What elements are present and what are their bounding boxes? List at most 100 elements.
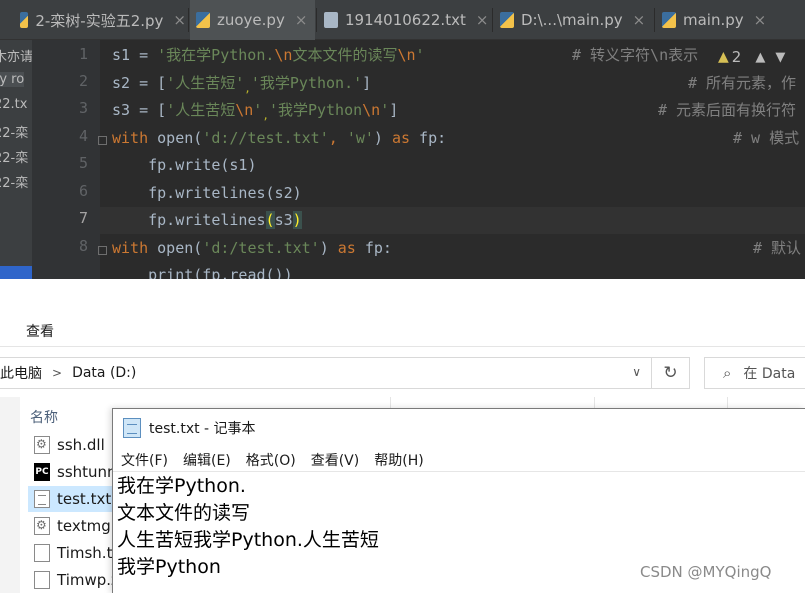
notepad-icon — [123, 418, 141, 438]
project-item[interactable]: 22-栾 — [0, 172, 28, 191]
warning-count: 2 — [731, 48, 742, 66]
status-strip — [0, 266, 32, 279]
menu-format[interactable]: 格式(O) — [246, 450, 296, 470]
tab-label: 1914010622.txt — [345, 11, 466, 29]
tab-label: main.py — [683, 11, 744, 29]
menu-help[interactable]: 帮助(H) — [374, 450, 423, 470]
file-row[interactable]: textmgr — [28, 513, 118, 539]
tab-label: D:\...\main.py — [521, 11, 623, 29]
chevron-up-icon[interactable]: ▲ — [755, 50, 765, 65]
warning-triangle-icon: ▲ — [718, 49, 729, 65]
python-file-icon — [500, 12, 514, 28]
search-placeholder: 在 Data — [743, 366, 796, 382]
line-number: 8 — [78, 237, 88, 255]
file-name: sshtunnel — [57, 463, 118, 481]
code-line-3: s3 = ['人生苦短\n','我学Python\n'] — [112, 101, 399, 122]
menu-edit[interactable]: 编辑(E) — [183, 450, 231, 470]
tab-txt-file[interactable]: 1914010622.txt × — [318, 0, 490, 40]
project-item[interactable]: 22.tx — [0, 97, 27, 112]
address-bar[interactable]: 此电脑 > Data (D:) ∨ — [0, 357, 652, 389]
project-item[interactable]: 木亦请 — [0, 46, 32, 65]
dll-file-icon — [34, 517, 50, 535]
tab-main[interactable]: main.py × — [656, 0, 805, 40]
notepad-menu-bar: 文件(F) 编辑(E) 格式(O) 查看(V) 帮助(H) — [113, 447, 805, 473]
close-icon[interactable]: × — [754, 11, 767, 29]
close-icon[interactable]: × — [173, 11, 186, 29]
line-number: 1 — [78, 45, 88, 63]
file-name: ssh.dll — [57, 436, 105, 454]
file-row-selected[interactable]: test.txt — [28, 486, 118, 512]
line-number: 2 — [78, 72, 88, 90]
file-row[interactable]: Timsh.txt — [28, 540, 118, 566]
line-number-current: 7 — [78, 209, 88, 227]
file-row[interactable]: Timwp.z — [28, 567, 118, 593]
breadcrumb-this-pc[interactable]: 此电脑 — [0, 363, 42, 383]
python-file-icon — [196, 12, 210, 28]
blank-file-icon — [34, 571, 50, 589]
chevron-down-icon[interactable]: ▼ — [775, 50, 785, 65]
file-row[interactable]: ssh.dll — [28, 432, 118, 458]
file-row[interactable]: PC sshtunnel — [28, 459, 118, 485]
tab-zuoye[interactable]: zuoye.py × — [190, 0, 315, 40]
code-line-2: s2 = ['人生苦短','我学Python.'] — [112, 74, 372, 95]
watermark: CSDN @MYQingQ — [640, 563, 772, 581]
line-number: 5 — [78, 154, 88, 172]
file-name: textmgr — [57, 517, 117, 535]
close-icon[interactable]: × — [295, 11, 308, 29]
comment: # w 模式 — [733, 129, 800, 147]
search-icon: ⌕ — [723, 364, 732, 382]
divider — [0, 346, 805, 347]
column-header-name[interactable]: 名称 — [30, 407, 58, 427]
comment: # 所有元素，作 — [688, 74, 797, 92]
pycharm-icon: PC — [34, 463, 50, 481]
search-input[interactable]: ⌕ 在 Data — [704, 357, 805, 389]
navigation-pane — [0, 397, 20, 593]
chevron-right-icon[interactable]: > — [52, 366, 62, 380]
tab-d-main[interactable]: D:\...\main.py × — [494, 0, 652, 40]
ide-editor: 2-栾树-实验五2.py × zuoye.py × 1914010622.txt… — [0, 0, 805, 279]
code-area[interactable]: s1 = '我在学Python.\n文本文件的读写\n' s2 = ['人生苦短… — [100, 40, 805, 279]
code-line-9: print(fp.read()) — [112, 266, 293, 279]
file-name: test.txt — [57, 490, 112, 508]
project-item[interactable]: ry ro — [0, 72, 25, 87]
file-name: Timwp.z — [57, 571, 118, 589]
close-icon[interactable]: × — [633, 11, 646, 29]
chevron-down-icon[interactable]: ∨ — [632, 365, 641, 379]
python-file-icon — [662, 12, 676, 28]
code-line-4: with open('d://test.txt', 'w') as fp: — [112, 129, 447, 147]
comment: # 转义字符\n表示 — [572, 46, 699, 64]
code-line-5: fp.write(s1) — [112, 156, 257, 174]
divider — [113, 471, 805, 472]
project-item[interactable]: 22-栾 — [0, 122, 28, 141]
dll-file-icon — [34, 436, 50, 454]
close-icon[interactable]: × — [476, 11, 489, 29]
python-file-icon — [20, 12, 29, 28]
text-file-icon — [324, 12, 338, 28]
line-number: 6 — [78, 182, 88, 200]
menu-view[interactable]: 查看(V) — [311, 450, 360, 470]
tab-experiment5[interactable]: 2-栾树-实验五2.py × — [14, 0, 186, 40]
notepad-title: test.txt - 记事本 — [149, 421, 256, 437]
tab-label: 2-栾树-实验五2.py — [35, 11, 164, 30]
blank-file-icon — [34, 544, 50, 562]
editor-tab-bar: 2-栾树-实验五2.py × zuoye.py × 1914010622.txt… — [0, 0, 805, 40]
notepad-title-bar[interactable]: test.txt - 记事本 — [113, 409, 805, 447]
tab-label: zuoye.py — [217, 11, 285, 29]
breadcrumb-data-drive[interactable]: Data (D:) — [72, 365, 136, 381]
refresh-button[interactable]: ↻ — [652, 357, 690, 389]
inspection-widget[interactable]: ▲ 2 ▲ ▼ — [708, 42, 805, 72]
menu-file[interactable]: 文件(F) — [121, 450, 168, 470]
line-number: 4 — [78, 127, 88, 145]
line-gutter: 1 2 3 4 5 6 7 8 — [32, 40, 107, 279]
text-line: 我在学Python. — [117, 475, 246, 497]
ribbon-tab-view[interactable]: 查看 — [26, 321, 54, 341]
comment: # 默认 — [753, 239, 802, 257]
code-line-1: s1 = '我在学Python.\n文本文件的读写\n' — [112, 46, 425, 64]
code-line-6: fp.writelines(s2) — [112, 184, 302, 202]
project-panel: 木亦请 ry ro 22.tx 22-栾 22-栾 22-栾 — [0, 40, 32, 279]
text-line: 人生苦短我学Python.人生苦短 — [117, 529, 379, 551]
text-line: 文本文件的读写 — [117, 502, 251, 524]
text-file-icon — [34, 490, 50, 508]
code-line-7: fp.writelines(s3) — [112, 211, 302, 229]
project-item[interactable]: 22-栾 — [0, 147, 28, 166]
